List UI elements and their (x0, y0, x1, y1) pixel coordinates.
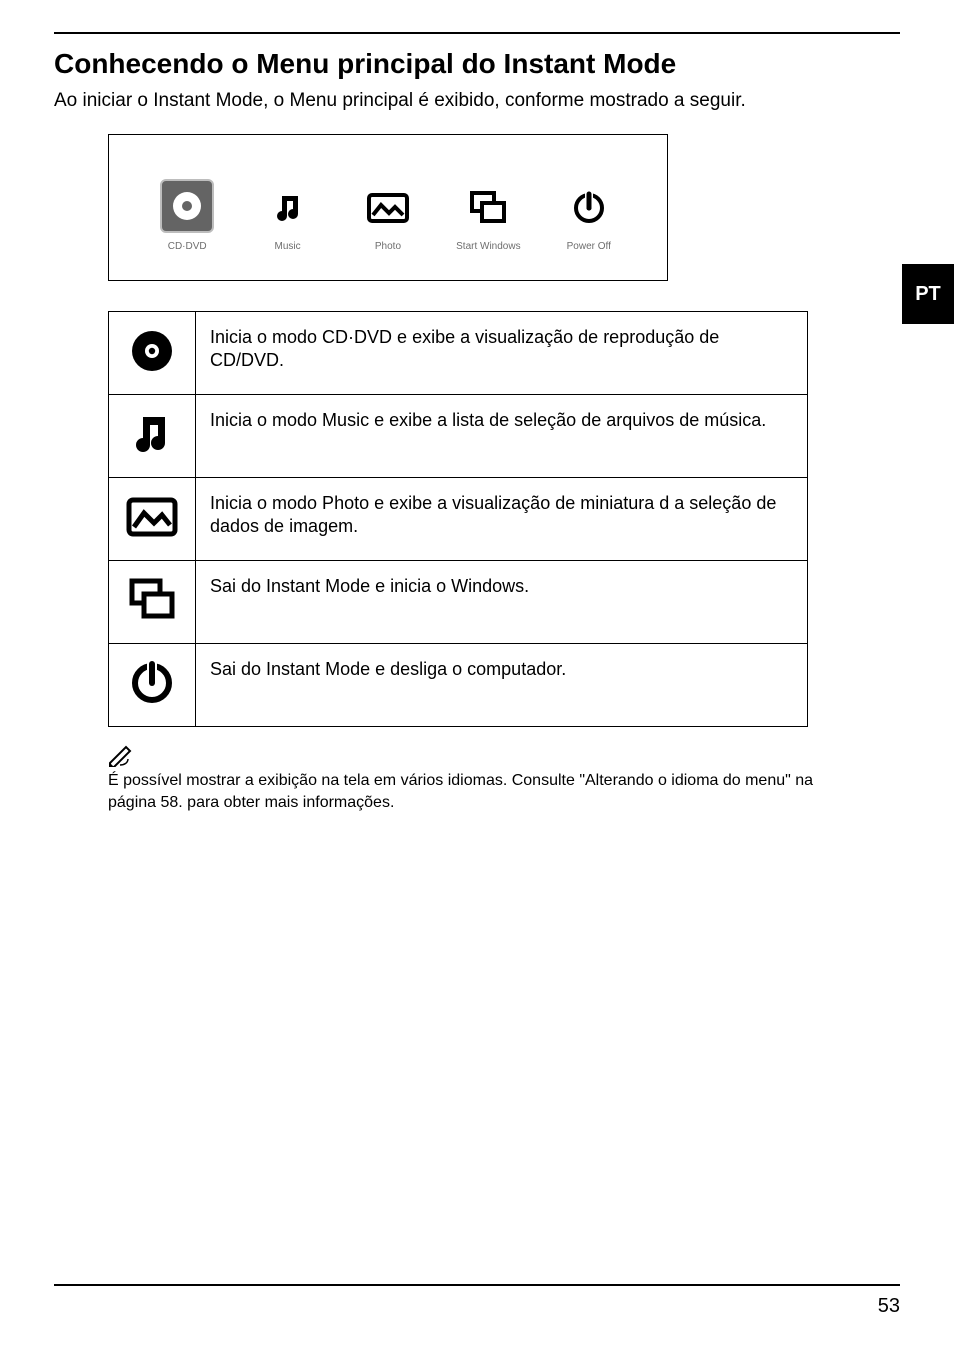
menu-item-photo: Photo (343, 183, 433, 252)
feature-desc: Sai do Instant Mode e inicia o Windows. (196, 561, 808, 644)
table-row: Inicia o modo CD·DVD e exibe a visualiza… (109, 312, 808, 395)
page-number: 53 (878, 1295, 900, 1318)
menu-item-start-windows: Start Windows (443, 183, 533, 252)
windows-overlap-icon (109, 561, 196, 644)
menu-item-cddvd: CD·DVD (142, 179, 232, 252)
photo-icon (109, 478, 196, 561)
note-pencil-icon (108, 745, 134, 772)
main-menu-diagram: CD·DVD Music Photo (108, 134, 668, 281)
bottom-rule (54, 1284, 900, 1286)
section-title: Conhecendo o Menu principal do Instant M… (54, 48, 900, 80)
disc-icon (109, 312, 196, 395)
table-row: Sai do Instant Mode e inicia o Windows. (109, 561, 808, 644)
table-row: Sai do Instant Mode e desliga o computad… (109, 644, 808, 727)
footnote-text: É possível mostrar a exibição na tela em… (108, 770, 828, 813)
feature-table: Inicia o modo CD·DVD e exibe a visualiza… (108, 311, 808, 727)
table-row: Inicia o modo Photo e exibe a visualizaç… (109, 478, 808, 561)
menu-item-music: Music (243, 183, 333, 252)
intro-paragraph: Ao iniciar o Instant Mode, o Menu princi… (54, 90, 900, 112)
language-tab: PT (902, 264, 954, 324)
menu-item-label: Power Off (567, 241, 611, 252)
windows-overlap-icon (468, 183, 508, 233)
menu-item-label: Music (275, 241, 301, 252)
feature-desc: Sai do Instant Mode e desliga o computad… (196, 644, 808, 727)
table-row: Inicia o modo Music e exibe a lista de s… (109, 395, 808, 478)
menu-item-label: Start Windows (456, 241, 520, 252)
music-note-icon (270, 183, 306, 233)
power-icon (109, 644, 196, 727)
top-rule (54, 32, 900, 34)
menu-item-label: CD·DVD (168, 241, 207, 252)
photo-icon (367, 183, 409, 233)
document-page: Conhecendo o Menu principal do Instant M… (0, 0, 954, 1352)
menu-item-label: Photo (375, 241, 401, 252)
feature-desc: Inicia o modo Music e exibe a lista de s… (196, 395, 808, 478)
music-note-icon (109, 395, 196, 478)
disc-icon (160, 179, 214, 233)
feature-desc: Inicia o modo Photo e exibe a visualizaç… (196, 478, 808, 561)
feature-desc: Inicia o modo CD·DVD e exibe a visualiza… (196, 312, 808, 395)
power-icon (571, 183, 607, 233)
footnote: É possível mostrar a exibição na tela em… (108, 745, 828, 813)
menu-item-power-off: Power Off (544, 183, 634, 252)
